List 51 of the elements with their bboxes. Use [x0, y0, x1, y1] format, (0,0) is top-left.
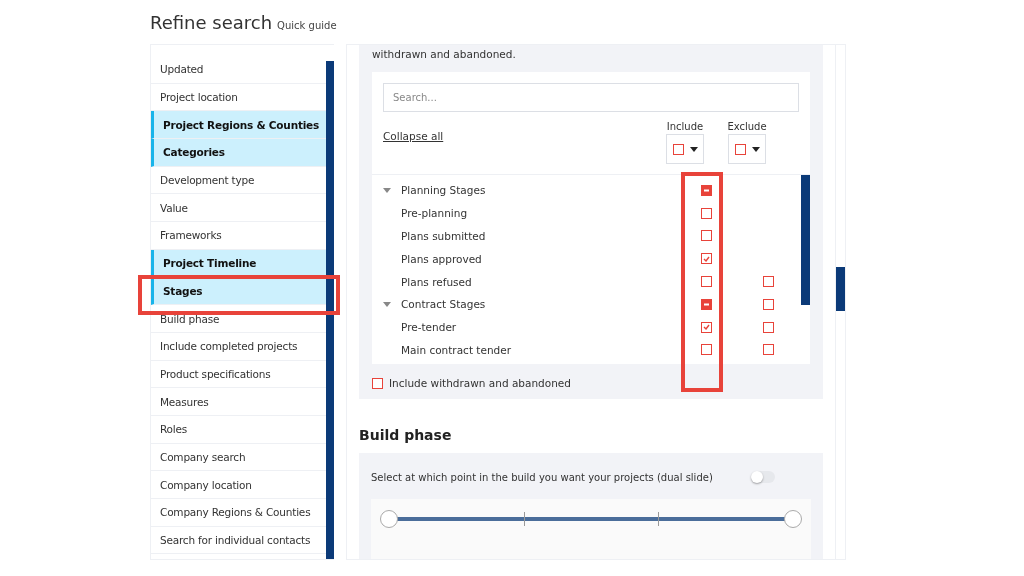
- dash-icon: [703, 188, 709, 192]
- exclude-dropdown[interactable]: [728, 134, 766, 164]
- tree-item: Plans refused: [400, 275, 473, 288]
- quick-guide-link[interactable]: Quick guide: [277, 20, 337, 31]
- page-title: Refine search: [150, 12, 273, 33]
- tree-item: Plans submitted: [400, 230, 487, 242]
- include-checkbox[interactable]: [700, 230, 712, 242]
- range-slider[interactable]: [378, 510, 804, 528]
- withdrawn-checkbox[interactable]: [372, 377, 383, 389]
- include-checkbox[interactable]: [700, 253, 712, 265]
- caret-icon[interactable]: [383, 300, 391, 309]
- column-header: Exclude: [727, 121, 767, 132]
- exclude-checkbox[interactable]: [762, 276, 774, 288]
- include-checkbox[interactable]: [700, 344, 712, 356]
- include-checkbox[interactable]: [700, 276, 712, 288]
- slider-handle[interactable]: [380, 510, 398, 528]
- dropdown-arrow-icon: [751, 146, 760, 152]
- sidebar-item[interactable]: Project Regions & Counties: [151, 111, 326, 140]
- exclude-checkbox[interactable]: [762, 321, 774, 333]
- scrollbar-thumb[interactable]: [836, 267, 845, 311]
- tree-item: Pre-tender: [400, 321, 458, 334]
- column-header: Include: [666, 121, 704, 132]
- include-checkbox[interactable]: [700, 207, 712, 219]
- include-checkbox[interactable]: [700, 321, 712, 333]
- check-icon: [702, 324, 710, 331]
- section-heading: Build phase: [359, 427, 453, 443]
- sidebar-item[interactable]: Categories: [151, 139, 326, 167]
- tree-item: Contract Stages: [401, 298, 487, 311]
- include-checkbox[interactable]: [700, 298, 712, 310]
- include-checkbox[interactable]: [700, 184, 712, 196]
- toggle-switch[interactable]: [751, 471, 775, 483]
- prompt-text: Select at which point in the build you want your projects (dual slide): [371, 471, 713, 483]
- tree-item: Planning Stages: [401, 184, 487, 197]
- search-field[interactable]: Search...: [383, 83, 799, 112]
- check-icon: [702, 255, 710, 262]
- sidebar-item[interactable]: Stages: [151, 277, 326, 306]
- scrollbar-thumb[interactable]: [326, 61, 334, 559]
- dash-icon: [703, 302, 709, 306]
- scrollbar-thumb[interactable]: [801, 175, 810, 305]
- intro-text: withdrawn and abandoned.: [372, 48, 517, 60]
- tree-item: Main contract tender: [400, 343, 513, 356]
- tree-item: Pre-planning: [400, 207, 469, 220]
- exclude-checkbox[interactable]: [762, 298, 774, 310]
- slider-handle[interactable]: [784, 510, 802, 528]
- dropdown-arrow-icon: [689, 146, 698, 152]
- caret-icon[interactable]: [383, 186, 391, 195]
- collapse-all-link[interactable]: Collapse all: [383, 130, 659, 142]
- include-dropdown[interactable]: [666, 134, 704, 164]
- exclude-checkbox[interactable]: [762, 344, 774, 356]
- tree-item: Plans approved: [400, 252, 483, 265]
- checkbox-label: Include withdrawn and abandoned: [389, 377, 571, 389]
